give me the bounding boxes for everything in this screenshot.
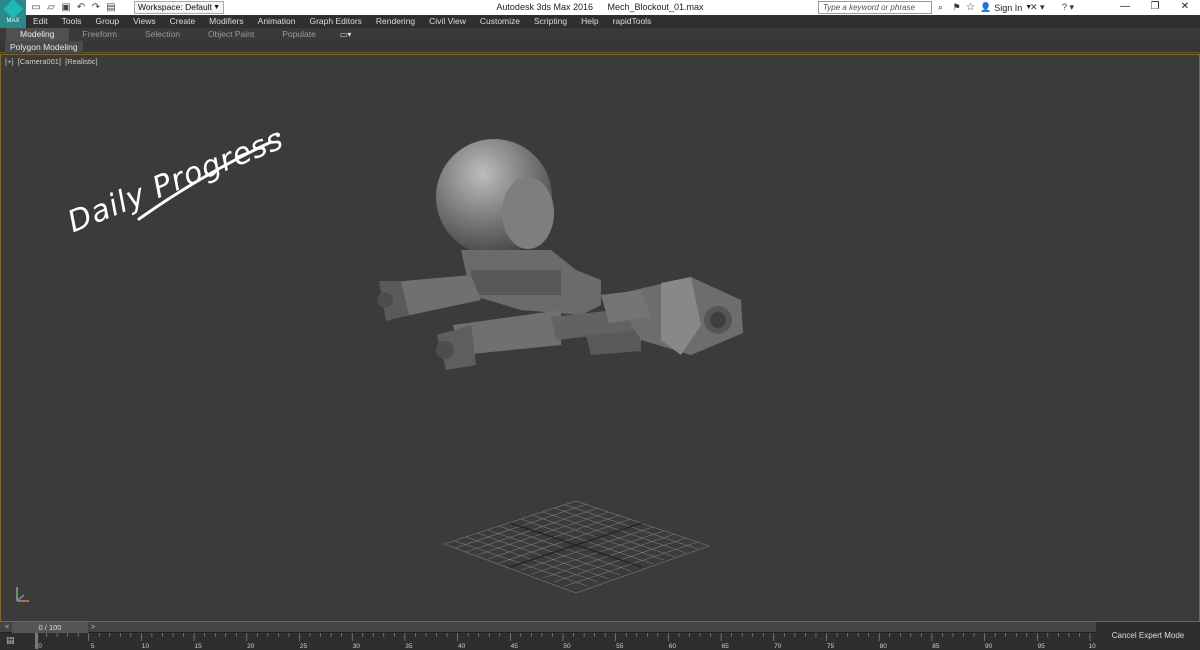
ribbon-tabs: Modeling Freeform Selection Object Paint… <box>0 28 1200 41</box>
tab-selection[interactable]: Selection <box>131 28 194 41</box>
timeline-tick-label: 75 <box>827 643 835 650</box>
star-icon[interactable]: ☆ <box>964 1 977 14</box>
axis-gizmo-icon <box>16 587 29 602</box>
search-input[interactable]: Type a keyword or phrase <box>818 1 932 14</box>
menu-animation[interactable]: Animation <box>251 15 303 28</box>
chevron-down-icon: ▼ <box>213 4 220 11</box>
open-icon[interactable]: ▱ <box>45 2 57 14</box>
tab-object-paint[interactable]: Object Paint <box>194 28 268 41</box>
menu-create[interactable]: Create <box>163 15 203 28</box>
menu-bar: Edit Tools Group Views Create Modifiers … <box>26 15 1200 28</box>
title-bar: ▭ ▱ ▣ ↶ ↷ ▤ Workspace: Default ▼ Autodes… <box>0 0 1200 15</box>
viewport[interactable]: [+] [Camera001] [Realistic] Daily Progre… <box>0 54 1200 622</box>
timeline-tick-label: 20 <box>247 643 255 650</box>
timeline-tick-label: 45 <box>511 643 519 650</box>
timeline-tick-label: 100 <box>1089 643 1096 650</box>
timeline-tick-label: 25 <box>300 643 308 650</box>
communication-icon[interactable]: ⚑ <box>950 1 963 14</box>
timeline-tick-label: 50 <box>563 643 571 650</box>
user-icon: 👤 <box>980 2 992 12</box>
undo-icon[interactable]: ↶ <box>75 2 87 14</box>
file-name: Mech_Blockout_01.max <box>607 2 704 12</box>
timeline-tick-label: 35 <box>405 643 413 650</box>
timeline-tick-label: 40 <box>458 643 466 650</box>
timeline-tick-label: 60 <box>669 643 677 650</box>
timeline-tick-label: 95 <box>1038 643 1046 650</box>
sign-in-label: Sign In <box>994 2 1023 13</box>
save-icon[interactable]: ▣ <box>60 2 72 14</box>
app-title: Autodesk 3ds Max 2016 <box>496 2 593 12</box>
timeline-tick-label: 70 <box>774 643 782 650</box>
quick-access-toolbar: ▭ ▱ ▣ ↶ ↷ ▤ <box>30 1 117 14</box>
menu-customize[interactable]: Customize <box>473 15 527 28</box>
timeline-tick-label: 10 <box>142 643 150 650</box>
menu-modifiers[interactable]: Modifiers <box>202 15 250 28</box>
timeline-tick-label: 65 <box>721 643 729 650</box>
track-bar[interactable]: 0 5 10 15 20 25 30 35 40 45 50 55 60 65 70 75 80 85 90 95 10… <box>0 633 1096 650</box>
menu-help[interactable]: Help <box>574 15 605 28</box>
frame-counter[interactable]: 0 / 100 <box>12 622 88 633</box>
tab-freeform[interactable]: Freeform <box>69 28 131 41</box>
menu-views[interactable]: Views <box>126 15 163 28</box>
sign-in-button[interactable]: 👤 Sign In ▼ <box>980 1 1032 14</box>
close-button[interactable]: ✕ <box>1170 0 1200 15</box>
exchange-apps-icon[interactable]: ✕ ▾ <box>1030 1 1056 14</box>
menu-edit[interactable]: Edit <box>26 15 55 28</box>
ribbon-panel: Polygon Modeling <box>0 41 1200 53</box>
binoculars-icon[interactable]: ⌕ <box>934 1 947 14</box>
scene-render <box>137 133 743 594</box>
menu-graph-editors[interactable]: Graph Editors <box>302 15 368 28</box>
app-logo[interactable]: MAX <box>0 0 26 28</box>
timeline-tick-label: 90 <box>985 643 993 650</box>
time-slider[interactable]: < 0 / 100 > <box>0 622 1096 633</box>
timeline-tick-label: 15 <box>194 643 202 650</box>
chevron-right-icon[interactable]: > <box>88 622 98 633</box>
menu-civil-view[interactable]: Civil View <box>422 15 473 28</box>
project-icon[interactable]: ▤ <box>105 2 117 14</box>
redo-icon[interactable]: ↷ <box>90 2 102 14</box>
timeline-tick-label: 85 <box>932 643 940 650</box>
menu-rapidtools[interactable]: rapidTools <box>606 15 659 28</box>
menu-group[interactable]: Group <box>89 15 127 28</box>
tab-populate[interactable]: Populate <box>268 28 330 41</box>
tab-modeling[interactable]: Modeling <box>6 28 69 41</box>
ribbon-options-icon[interactable]: ▭▾ <box>330 30 362 39</box>
menu-rendering[interactable]: Rendering <box>369 15 422 28</box>
chevron-left-icon[interactable]: < <box>2 622 12 633</box>
max-logo-icon <box>3 0 23 19</box>
timeline-tick-label: 30 <box>353 643 361 650</box>
menu-tools[interactable]: Tools <box>55 15 89 28</box>
menu-scripting[interactable]: Scripting <box>527 15 574 28</box>
mech-visor <box>502 177 554 249</box>
maximize-button[interactable]: ❐ <box>1140 0 1170 15</box>
timeline-tick-label: 0 <box>38 643 42 650</box>
new-file-icon[interactable]: ▭ <box>30 2 42 14</box>
timeline-tick-label: 80 <box>880 643 888 650</box>
workspace-label: Workspace: Default <box>138 2 213 12</box>
current-frame-marker[interactable] <box>35 633 38 649</box>
ground-grid <box>443 500 710 594</box>
cancel-expert-mode-button[interactable]: Cancel Expert Mode <box>1096 622 1200 650</box>
mech-model <box>377 139 743 370</box>
help-icon[interactable]: ? ▾ <box>1062 1 1088 14</box>
timeline-tick-label: 5 <box>91 643 95 650</box>
polygon-modeling-panel[interactable]: Polygon Modeling <box>5 41 83 53</box>
minimize-button[interactable]: — <box>1110 0 1140 15</box>
workspace-dropdown[interactable]: Workspace: Default ▼ <box>134 1 224 14</box>
timeline-tick-label: 55 <box>616 643 624 650</box>
timeline: < 0 / 100 > ▤ 0 5 10 15 20 25 30 35 40 45 50 55 60 65… <box>0 622 1200 650</box>
